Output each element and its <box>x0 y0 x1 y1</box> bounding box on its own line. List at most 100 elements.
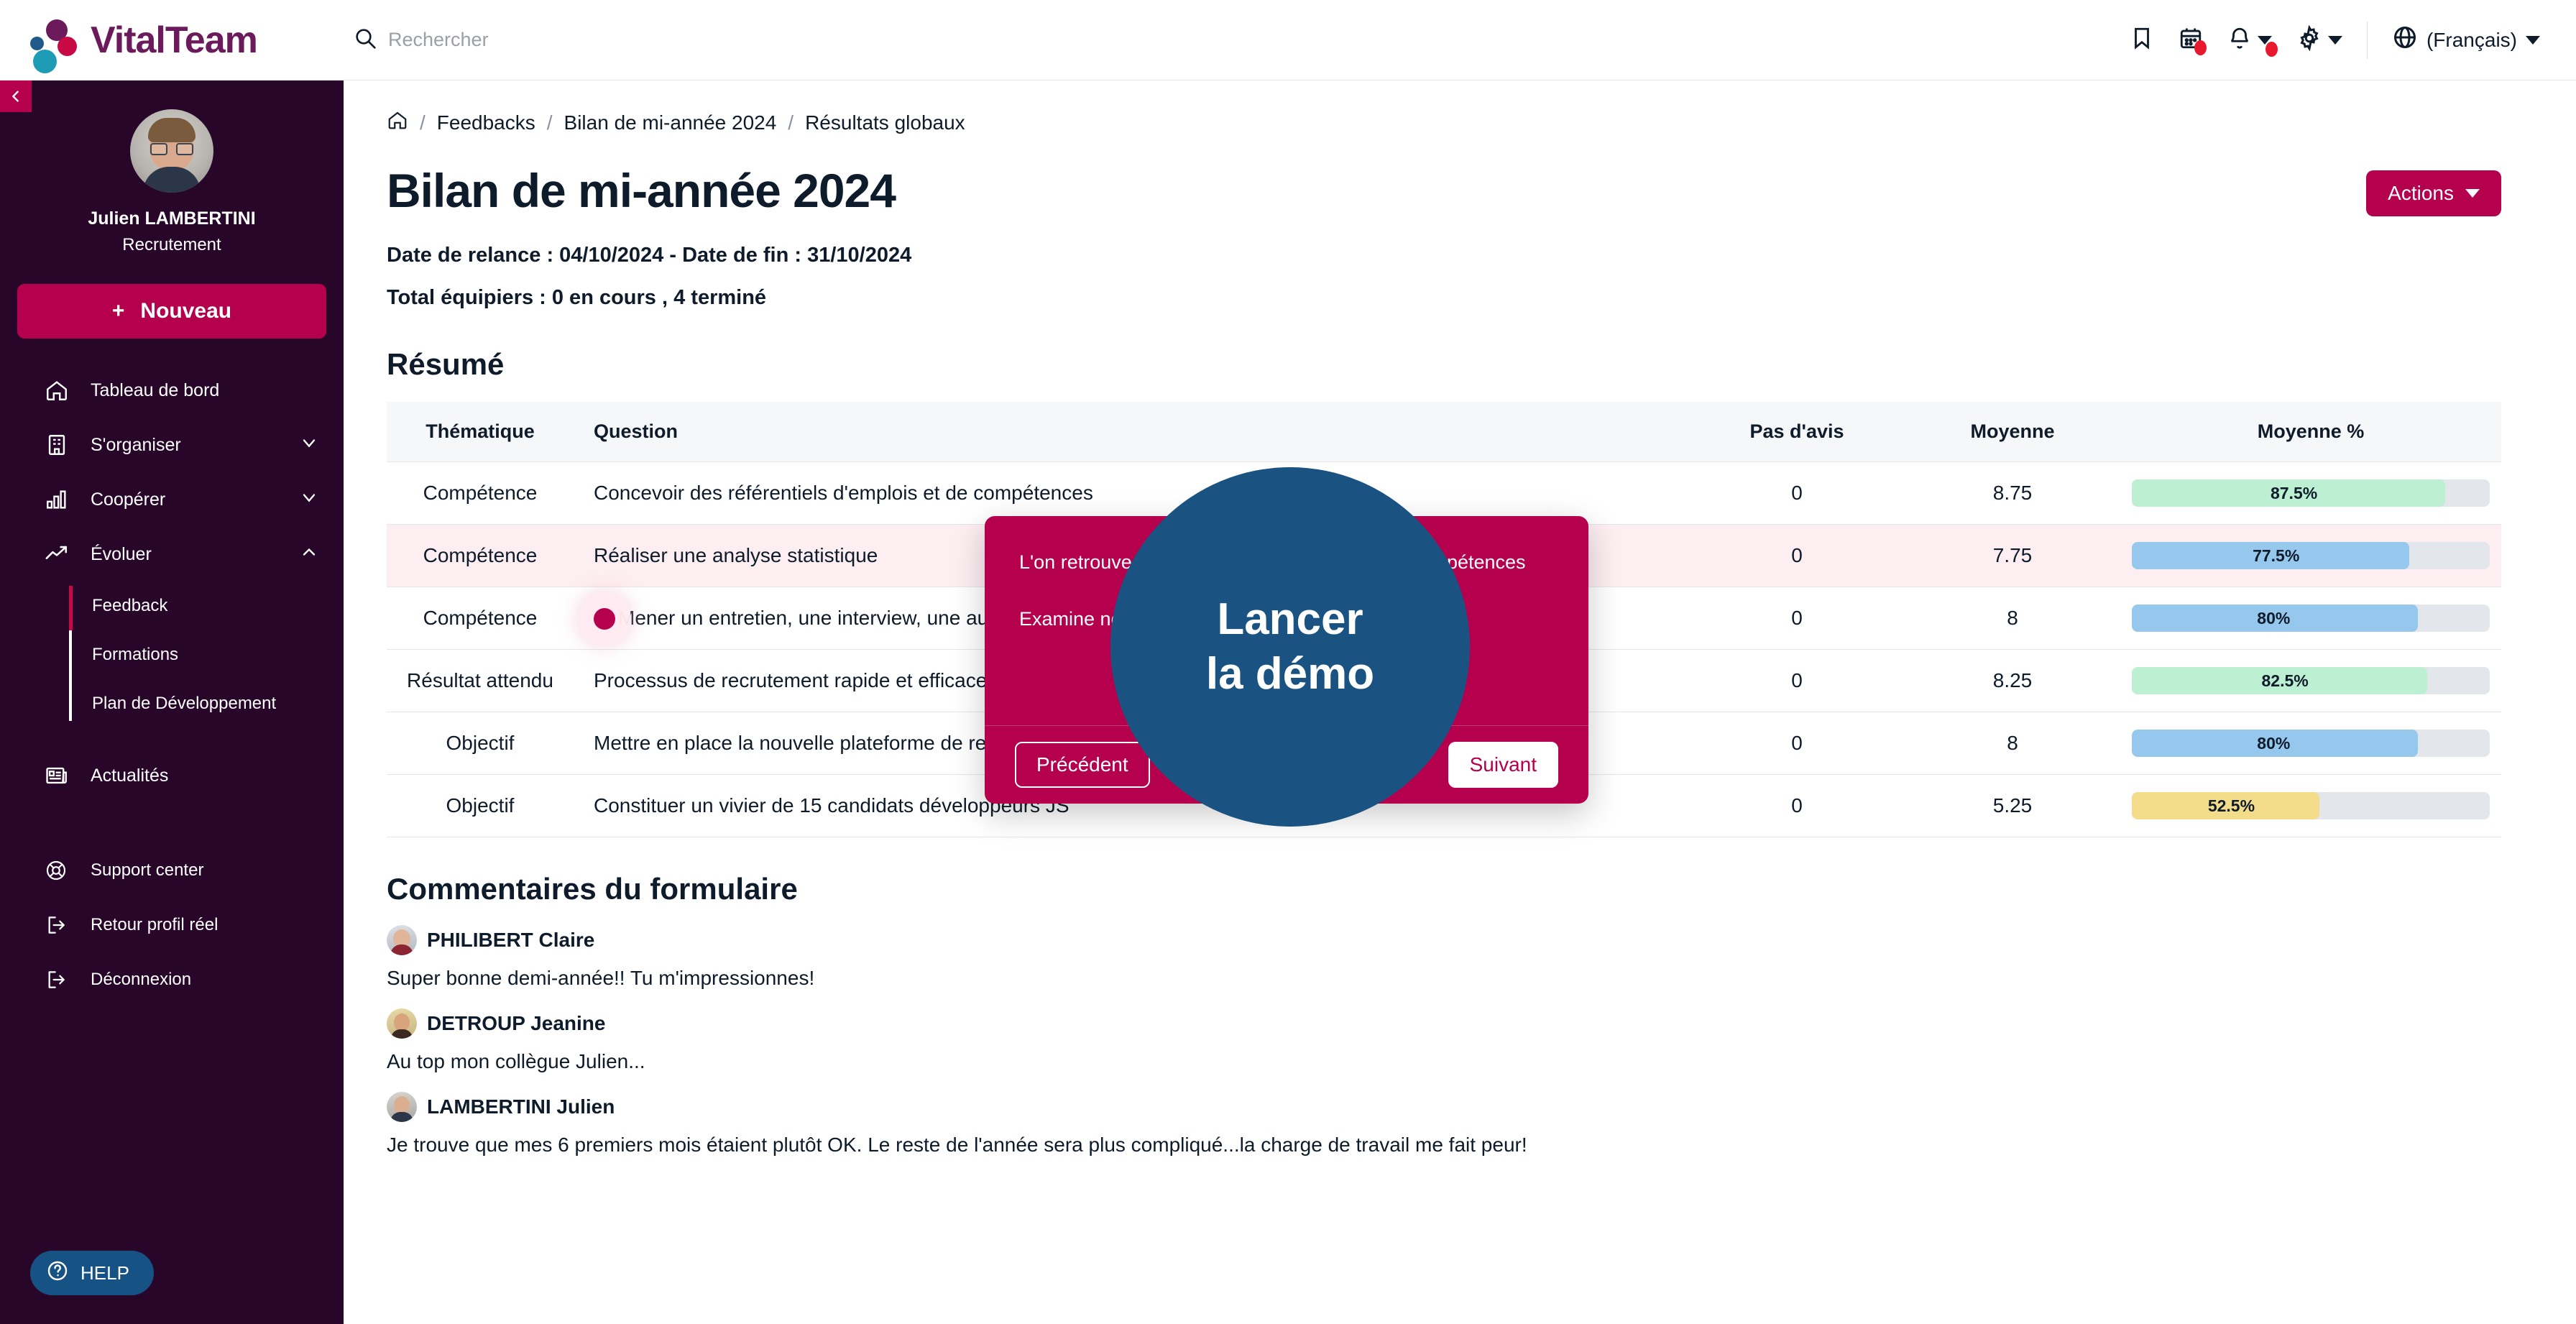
news-icon <box>45 763 82 788</box>
comment-header: LAMBERTINI Julien <box>387 1092 2501 1122</box>
sidebar-item-sorganiser[interactable]: S'organiser <box>0 418 344 472</box>
search-input[interactable]: Rechercher <box>388 29 489 51</box>
chevron-left-icon <box>12 91 19 102</box>
sidebar-label: Tableau de bord <box>91 380 220 400</box>
actions-button[interactable]: Actions <box>2366 170 2501 216</box>
sidebar-item-tableau-de-bord[interactable]: Tableau de bord <box>0 363 344 418</box>
new-button[interactable]: + Nouveau <box>17 284 326 339</box>
sidebar-item-formations[interactable]: Formations <box>69 630 344 679</box>
sidebar-item-evoluer[interactable]: Évoluer <box>0 527 344 581</box>
trend-up-icon <box>45 542 82 566</box>
globe-icon <box>2392 24 2418 55</box>
progress-bar: 80% <box>2132 730 2490 757</box>
new-button-label: Nouveau <box>140 299 232 323</box>
launch-demo-line-2: la démo <box>1205 649 1375 699</box>
breadcrumb-separator: / <box>546 111 553 134</box>
app-root: VitalTeam Rechercher (Français) Julien L… <box>0 0 2576 1324</box>
progress-bar-label: 52.5% <box>2207 796 2255 815</box>
comment-header: PHILIBERT Claire <box>387 925 2501 955</box>
sidebar-item-cooperer[interactable]: Coopérer <box>0 472 344 527</box>
cell-pas-davis: 0 <box>1689 524 1905 587</box>
total-equipiers: Total équipiers : 0 en cours , 4 terminé <box>387 286 767 309</box>
progress-bar-label: 87.5% <box>2270 483 2318 502</box>
summary-heading: Résumé <box>387 347 505 381</box>
sidebar-collapse-button[interactable] <box>0 81 32 112</box>
comment-author: LAMBERTINI Julien <box>427 1095 615 1118</box>
help-button[interactable]: HELP <box>30 1251 154 1295</box>
col-question: Question <box>574 402 1689 462</box>
notifications-button[interactable] <box>2227 26 2278 57</box>
table-row: Compétence Concevoir des référentiels d'e… <box>387 461 2501 525</box>
comment-item: DETROUP Jeanine Au top mon collègue Juli… <box>387 1008 2501 1073</box>
search-box[interactable]: Rechercher <box>354 27 489 53</box>
comment-header: DETROUP Jeanine <box>387 1008 2501 1039</box>
cell-moyenne-pct: 87.5% <box>2120 461 2501 525</box>
settings-button[interactable] <box>2296 24 2342 55</box>
comment-text: Super bonne demi-année!! Tu m'impression… <box>387 967 815 989</box>
previous-button[interactable]: Précédent <box>1015 742 1150 788</box>
plus-icon: + <box>111 299 125 323</box>
toolbar-divider <box>2366 21 2368 59</box>
avatar <box>387 1092 417 1122</box>
cell-moyenne-pct: 80% <box>2120 712 2501 775</box>
breadcrumb: / Feedbacks / Bilan de mi-année 2024 / R… <box>387 109 2501 136</box>
comment-item: PHILIBERT Claire Super bonne demi-année!… <box>387 925 2501 990</box>
user-name: Julien LAMBERTINI <box>88 208 256 229</box>
cell-pas-davis: 0 <box>1689 774 1905 837</box>
col-moyenne: Moyenne <box>1905 402 2120 462</box>
breadcrumb-item-resultats-globaux[interactable]: Résultats globaux <box>805 111 965 134</box>
table-header: Thématique Question Pas d'avis Moyenne M… <box>387 402 2501 462</box>
col-thematique: Thématique <box>387 402 574 462</box>
sidebar-item-support-center[interactable]: Support center <box>0 843 344 898</box>
relance-dates: Date de relance : 04/10/2024 - Date de f… <box>387 244 912 267</box>
cell-moyenne: 8.25 <box>1905 649 2120 712</box>
comment-text: Au top mon collègue Julien... <box>387 1050 645 1072</box>
home-icon[interactable] <box>387 109 408 136</box>
sidebar-label: Support center <box>91 860 204 880</box>
home-icon <box>45 378 82 403</box>
calendar-button[interactable] <box>2179 26 2207 55</box>
col-pas-davis: Pas d'avis <box>1689 402 1905 462</box>
next-button[interactable]: Suivant <box>1448 742 1558 788</box>
sidebar-item-retour-profil-reel[interactable]: Retour profil réel <box>0 898 344 952</box>
sidebar-label: Actualités <box>91 765 169 786</box>
sidebar-label: Formations <box>92 645 179 664</box>
launch-demo-overlay[interactable]: Lancer la démo <box>1110 467 1470 827</box>
brand-logo[interactable]: VitalTeam <box>0 0 344 81</box>
breadcrumb-item-feedbacks[interactable]: Feedbacks <box>437 111 535 134</box>
comment-author: PHILIBERT Claire <box>427 929 595 951</box>
user-avatar <box>130 109 213 193</box>
sidebar-item-actualites[interactable]: Actualités <box>0 748 344 803</box>
logo-dots-icon <box>29 18 83 73</box>
cell-pas-davis: 0 <box>1689 587 1905 650</box>
progress-bar-label: 82.5% <box>2261 671 2309 690</box>
sidebar-item-feedback[interactable]: Feedback <box>69 581 344 630</box>
chevron-down-icon[interactable] <box>299 487 319 512</box>
user-role: Recrutement <box>122 235 221 254</box>
bookmark-button[interactable] <box>2130 26 2154 54</box>
progress-bar: 87.5% <box>2132 479 2490 507</box>
comment-item: LAMBERTINI Julien Je trouve que mes 6 pr… <box>387 1092 2501 1157</box>
cell-pas-davis: 0 <box>1689 461 1905 525</box>
cell-moyenne: 8 <box>1905 712 2120 775</box>
chevron-up-icon[interactable] <box>299 542 319 567</box>
cell-thematique: Objectif <box>387 774 574 837</box>
progress-bar: 80% <box>2132 604 2490 632</box>
help-label: HELP <box>80 1261 129 1284</box>
cell-moyenne: 8.75 <box>1905 461 2120 525</box>
actions-label: Actions <box>2388 182 2454 204</box>
sidebar-label: Déconnexion <box>91 970 192 989</box>
comments-heading: Commentaires du formulaire <box>387 872 798 906</box>
language-selector[interactable]: (Français) <box>2392 24 2540 55</box>
sidebar-item-plan-de-developpement[interactable]: Plan de Développement <box>69 679 344 728</box>
sidebar: Julien LAMBERTINI Recrutement + Nouveau … <box>0 81 344 1324</box>
col-moyenne-pct: Moyenne % <box>2120 402 2501 462</box>
sidebar-item-deconnexion[interactable]: Déconnexion <box>0 952 344 1007</box>
breadcrumb-item-bilan[interactable]: Bilan de mi-année 2024 <box>564 111 777 134</box>
sidebar-label: Plan de Développement <box>92 694 277 713</box>
progress-bar: 82.5% <box>2132 667 2490 694</box>
progress-bar-label: 77.5% <box>2253 546 2300 565</box>
lifebuoy-icon <box>45 859 82 882</box>
chevron-down-icon[interactable] <box>299 433 319 458</box>
bar-chart-icon <box>45 487 82 512</box>
